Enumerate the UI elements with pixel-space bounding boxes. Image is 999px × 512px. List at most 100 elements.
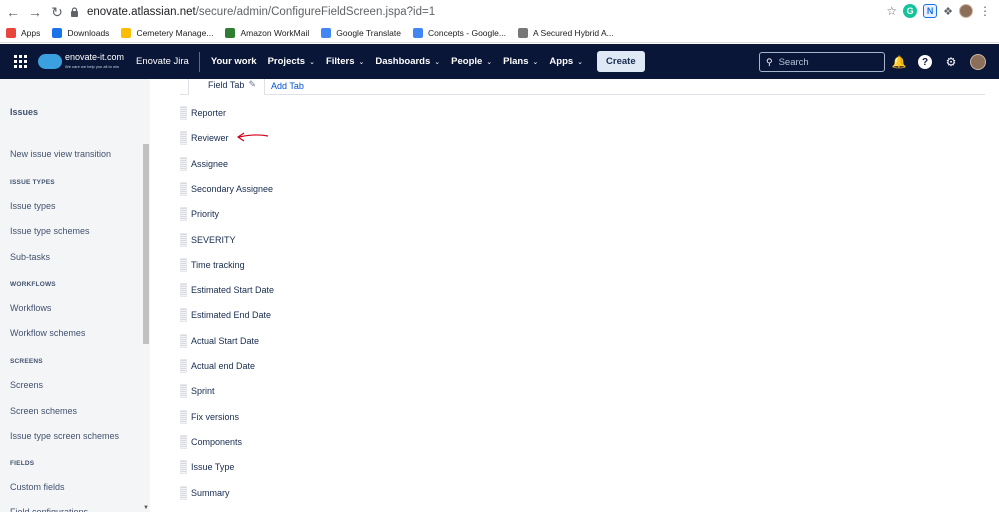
extension-n-icon[interactable]: N	[923, 4, 938, 18]
sidebar-item[interactable]: Workflow schemes	[10, 328, 85, 338]
drag-handle-icon[interactable]	[180, 308, 187, 323]
help-icon[interactable]: ?	[918, 55, 932, 69]
field-row[interactable]: Priority	[180, 207, 219, 222]
field-label: Estimated End Date	[191, 310, 272, 321]
field-row[interactable]: Time tracking	[180, 257, 245, 272]
kebab-menu-icon[interactable]: ⋮	[979, 4, 991, 18]
bookmark-item[interactable]: Apps	[6, 28, 40, 38]
main-content: Field Tab ✎ Add Tab Reporter Reviewer Assi…	[150, 79, 999, 512]
sidebar-item[interactable]: Custom fields	[10, 482, 65, 492]
bookmark-label: Cemetery Manage...	[136, 28, 214, 38]
drag-handle-icon[interactable]	[180, 485, 187, 500]
field-row[interactable]: Reviewer	[180, 131, 229, 146]
nav-item-people[interactable]: People ⌄	[451, 56, 492, 67]
profile-avatar[interactable]	[959, 4, 973, 18]
nav-item-your-work[interactable]: Your work	[211, 56, 257, 67]
field-label: SEVERITY	[191, 234, 236, 245]
field-label: Estimated Start Date	[191, 285, 275, 296]
field-row[interactable]: Components	[180, 434, 243, 449]
sidebar-item[interactable]: Field configurations	[10, 507, 88, 512]
search-input[interactable]	[778, 56, 879, 68]
forward-icon[interactable]: →	[26, 3, 44, 21]
sidebar-item[interactable]: Sub-tasks	[10, 252, 50, 262]
drag-handle-icon[interactable]	[180, 106, 187, 120]
bookmark-item[interactable]: Amazon WorkMail	[225, 28, 309, 38]
add-tab-link[interactable]: Add Tab	[271, 81, 304, 91]
reload-icon[interactable]: ↻	[48, 3, 66, 21]
lock-icon	[71, 7, 78, 17]
puzzle-icon[interactable]: ❖	[943, 5, 953, 18]
address-bar[interactable]: enovate.atlassian.net/secure/admin/Confi…	[70, 3, 900, 21]
chevron-down-icon: ⌄	[358, 58, 365, 66]
field-row[interactable]: Assignee	[180, 156, 228, 171]
field-row[interactable]: Sprint	[180, 384, 215, 399]
translate-icon	[321, 28, 332, 38]
nav-item-plans[interactable]: Plans ⌄	[503, 56, 538, 67]
field-label: Sprint	[191, 386, 215, 397]
site-name[interactable]: Enovate Jira	[136, 56, 189, 67]
field-row[interactable]: Estimated End Date	[180, 308, 272, 323]
settings-gear-icon[interactable]: ⚙	[944, 55, 958, 69]
scrollbar-thumb[interactable]	[143, 144, 149, 344]
create-button[interactable]: Create	[597, 51, 645, 72]
field-row[interactable]: Secondary Assignee	[180, 181, 273, 196]
drag-handle-icon[interactable]	[180, 434, 187, 449]
nav-item-filters[interactable]: Filters ⌄	[326, 56, 364, 67]
sidebar-item[interactable]: Issue types	[10, 201, 56, 211]
nav-item-projects[interactable]: Projects ⌄	[268, 56, 315, 67]
field-row[interactable]: Actual Start Date	[180, 333, 259, 348]
nav-item-label: Filters	[325, 56, 355, 67]
bookmark-item[interactable]: A Secured Hybrid A...	[517, 28, 614, 38]
sidebar-item[interactable]: Issue type schemes	[10, 226, 90, 236]
field-label: Components	[191, 436, 243, 447]
sidebar-section-heading: FIELDS	[10, 460, 35, 467]
star-icon[interactable]: ☆	[886, 4, 897, 18]
drag-handle-icon[interactable]	[180, 333, 187, 348]
sidebar-item[interactable]: Screen schemes	[10, 406, 77, 416]
browser-toolbar: ← → ↻ enovate.atlassian.net/secure/admin…	[0, 0, 999, 24]
drag-handle-icon[interactable]	[180, 460, 187, 475]
grammarly-icon[interactable]: G	[903, 4, 918, 18]
search-box[interactable]: ⚲	[759, 52, 885, 72]
bookmarks-bar: Apps Downloads Cemetery Manage... Amazon Wo…	[0, 24, 999, 43]
bookmark-item[interactable]: Google Translate	[321, 28, 401, 38]
edit-pencil-icon[interactable]: ✎	[248, 79, 256, 90]
user-avatar[interactable]	[970, 54, 986, 70]
field-row[interactable]: Reporter	[180, 106, 226, 120]
drag-handle-icon[interactable]	[180, 156, 187, 171]
field-row[interactable]: Issue Type	[180, 460, 234, 475]
drag-handle-icon[interactable]	[180, 232, 187, 247]
sidebar-item[interactable]: Issue type screen schemes	[10, 431, 119, 441]
drag-handle-icon[interactable]	[180, 359, 187, 373]
field-row[interactable]: SEVERITY	[180, 232, 236, 247]
drag-handle-icon[interactable]	[180, 384, 187, 399]
sidebar-scrollbar[interactable]: ▼	[142, 79, 150, 512]
drag-handle-icon[interactable]	[180, 131, 187, 146]
drag-handle-icon[interactable]	[180, 409, 187, 424]
sidebar-item[interactable]: Screens	[10, 380, 43, 390]
notifications-icon[interactable]: 🔔	[892, 55, 907, 69]
scroll-down-arrow-icon[interactable]: ▼	[143, 505, 149, 511]
sidebar-item[interactable]: Workflows	[10, 303, 51, 313]
back-icon[interactable]: ←	[4, 3, 22, 21]
bookmark-item[interactable]: Concepts - Google...	[413, 28, 506, 38]
sidebar-section-heading: WORKFLOWS	[10, 281, 56, 288]
bookmark-label: A Secured Hybrid A...	[532, 28, 614, 38]
nav-item-apps[interactable]: Apps ⌄	[549, 56, 583, 67]
bookmark-item[interactable]: Cemetery Manage...	[121, 28, 213, 38]
bookmark-item[interactable]: Downloads	[52, 28, 109, 38]
field-row[interactable]: Estimated Start Date	[180, 283, 275, 298]
sidebar-item[interactable]: New issue view transition	[10, 149, 111, 159]
drag-handle-icon[interactable]	[180, 207, 187, 222]
drag-handle-icon[interactable]	[180, 283, 187, 298]
drag-handle-icon[interactable]	[180, 257, 187, 272]
nav-item-dashboards[interactable]: Dashboards ⌄	[375, 56, 440, 67]
field-row[interactable]: Summary	[180, 485, 230, 500]
tab-field-tab[interactable]: Field Tab ✎	[188, 79, 265, 95]
app-switcher-icon[interactable]	[10, 52, 30, 72]
drag-handle-icon[interactable]	[180, 181, 187, 196]
site-logo[interactable]: enovate-it.com We care we help you all t…	[38, 52, 124, 71]
field-row[interactable]: Fix versions	[180, 409, 239, 424]
field-row[interactable]: Actual end Date	[180, 359, 255, 373]
sidebar-section-heading: ISSUE TYPES	[10, 179, 55, 186]
